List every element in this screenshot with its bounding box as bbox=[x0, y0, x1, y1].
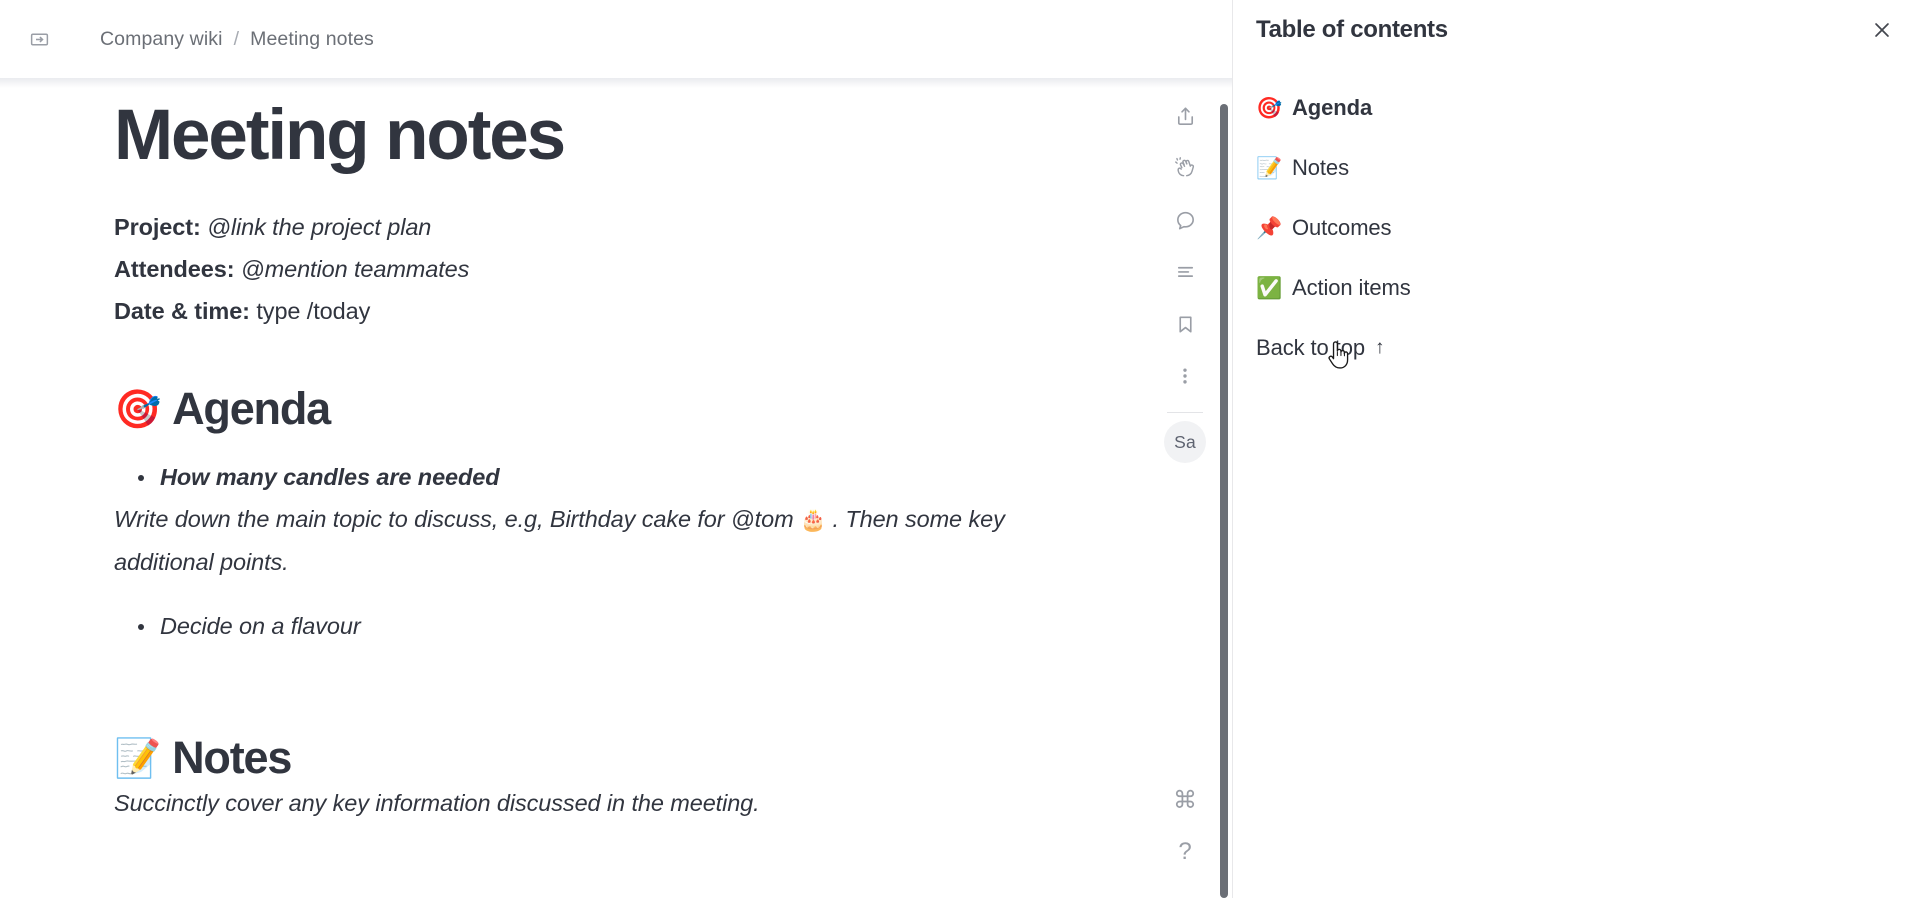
table-of-contents-panel: Table of contents 🎯 Agenda 📝 Notes 📌 Out… bbox=[1233, 0, 1920, 898]
meta-label-attendees: Attendees: bbox=[114, 256, 235, 283]
breadcrumb-current[interactable]: Meeting notes bbox=[250, 28, 374, 51]
document-body: Meeting notes Project: @link the project… bbox=[0, 78, 1120, 824]
breadcrumb-separator: / bbox=[233, 27, 240, 50]
app-root: Company wiki / Meeting notes Meeting not… bbox=[0, 0, 1920, 898]
toc-item-outcomes[interactable]: 📌 Outcomes bbox=[1256, 198, 1900, 258]
meta-label-project: Project: bbox=[114, 214, 201, 241]
outline-icon[interactable] bbox=[1159, 246, 1211, 298]
more-options-icon[interactable] bbox=[1159, 350, 1211, 402]
command-icon[interactable]: ⌘ bbox=[1159, 774, 1211, 826]
document-scrollbar[interactable] bbox=[1220, 104, 1228, 898]
meta-value-attendees: @mention teammates bbox=[240, 256, 470, 283]
toc-item-action-items[interactable]: ✅ Action items bbox=[1256, 258, 1900, 318]
close-icon[interactable] bbox=[1862, 10, 1902, 50]
check-mark-button-icon: ✅ bbox=[1256, 275, 1283, 300]
page-title: Meeting notes bbox=[114, 96, 566, 175]
agenda-list-top: How many candles are needed bbox=[114, 456, 1120, 498]
toc-item-label: Outcomes bbox=[1292, 215, 1392, 240]
section-heading-notes: 📝 Notes bbox=[114, 733, 1120, 783]
toc-item-agenda[interactable]: 🎯 Agenda bbox=[1256, 78, 1900, 138]
memo-icon: 📝 bbox=[114, 735, 161, 780]
agenda-list-bottom: Decide on a flavour bbox=[114, 605, 1120, 647]
document-pane: Company wiki / Meeting notes Meeting not… bbox=[0, 0, 1233, 898]
birthday-cake-icon: 🎂 bbox=[800, 507, 827, 532]
section-heading-agenda-label: Agenda bbox=[172, 383, 331, 435]
document-help-rail: ⌘ ? bbox=[1156, 774, 1214, 878]
meta-line-attendees: Attendees: @mention teammates bbox=[114, 248, 1120, 290]
section-heading-notes-label: Notes bbox=[172, 731, 292, 783]
direct-hit-icon: 🎯 bbox=[114, 387, 161, 432]
share-icon[interactable] bbox=[1159, 90, 1211, 142]
toc-item-label: Action items bbox=[1292, 275, 1411, 300]
meta-value-datetime: type /today bbox=[256, 298, 371, 325]
toc-list: 🎯 Agenda 📝 Notes 📌 Outcomes ✅ Action ite… bbox=[1256, 78, 1900, 378]
meta-value-project: @link the project plan bbox=[207, 214, 432, 241]
agenda-paragraph-text: Write down the main topic to discuss, e.… bbox=[114, 505, 794, 532]
expand-sidebar-icon[interactable] bbox=[22, 22, 56, 56]
memo-icon: 📝 bbox=[1256, 155, 1283, 180]
back-to-top-label: Back to top bbox=[1256, 335, 1365, 360]
scrollbar-thumb[interactable] bbox=[1220, 104, 1228, 898]
list-item: How many candles are needed bbox=[138, 456, 1120, 498]
top-bar: Company wiki / Meeting notes bbox=[0, 0, 1232, 78]
avatar[interactable]: Sa bbox=[1164, 421, 1206, 463]
breadcrumb-parent[interactable]: Company wiki bbox=[100, 28, 223, 51]
arrow-up-icon: ↑ bbox=[1374, 337, 1385, 358]
toc-item-label: Agenda bbox=[1292, 95, 1373, 120]
back-to-top-link[interactable]: Back to top ↑ bbox=[1256, 318, 1900, 378]
meta-line-project: Project: @link the project plan bbox=[114, 206, 1120, 248]
bookmark-icon[interactable] bbox=[1159, 298, 1211, 350]
agenda-paragraph: Write down the main topic to discuss, e.… bbox=[114, 498, 1104, 583]
notes-paragraph: Succinctly cover any key information dis… bbox=[114, 790, 760, 817]
toc-item-label: Notes bbox=[1292, 155, 1349, 180]
meta-label-datetime: Date & time: bbox=[114, 298, 250, 325]
document-action-rail: Sa bbox=[1156, 90, 1214, 463]
list-item: Decide on a flavour bbox=[138, 605, 1120, 647]
help-icon[interactable]: ? bbox=[1159, 826, 1211, 878]
pushpin-icon: 📌 bbox=[1256, 215, 1283, 240]
meta-line-datetime: Date & time: type /today bbox=[114, 290, 1120, 332]
toc-title: Table of contents bbox=[1256, 16, 1448, 43]
document-scroll-area: Meeting notes Project: @link the project… bbox=[0, 78, 1232, 898]
comment-icon[interactable] bbox=[1159, 194, 1211, 246]
rail-divider bbox=[1167, 412, 1203, 413]
direct-hit-icon: 🎯 bbox=[1256, 95, 1283, 120]
section-heading-agenda: 🎯 Agenda bbox=[114, 384, 1120, 434]
toc-item-notes[interactable]: 📝 Notes bbox=[1256, 138, 1900, 198]
react-clap-icon[interactable] bbox=[1159, 142, 1211, 194]
breadcrumb: Company wiki / Meeting notes bbox=[100, 28, 374, 51]
